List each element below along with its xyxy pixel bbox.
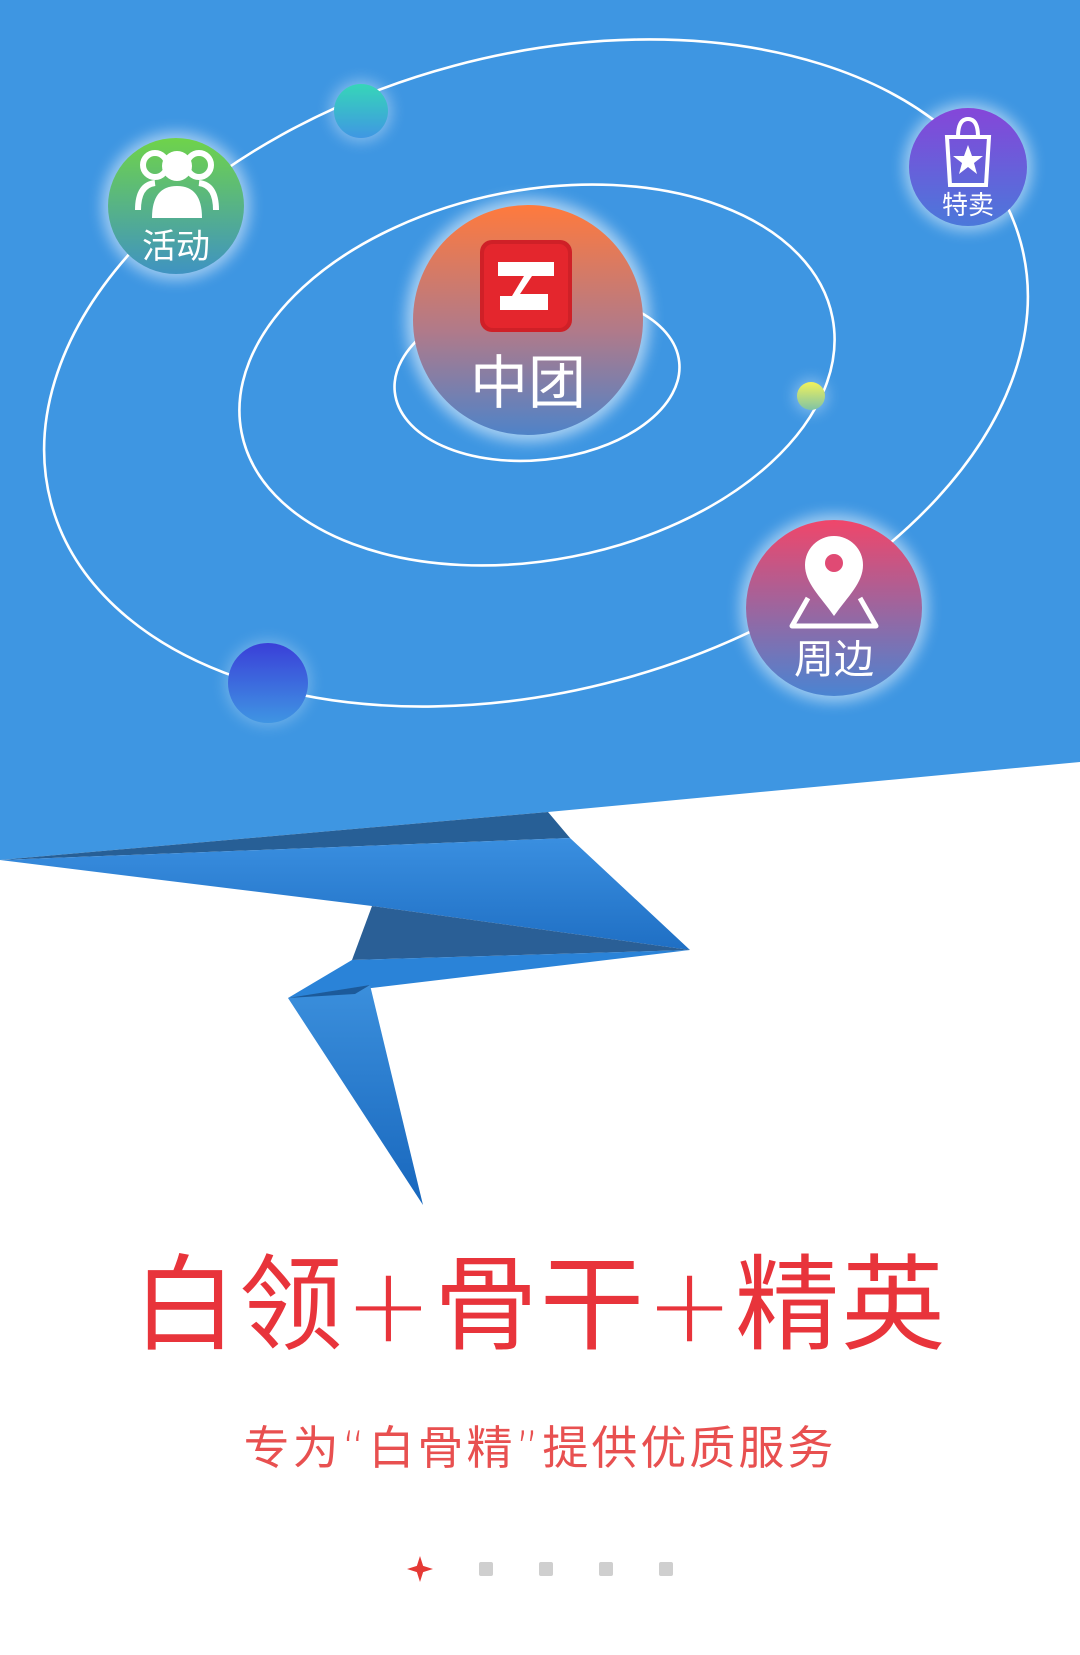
decor-planet-indigo xyxy=(225,640,311,726)
page-indicator xyxy=(0,1556,1080,1582)
paper-ribbon xyxy=(0,812,690,1205)
decor-planet-yellow xyxy=(794,379,828,413)
brand-node[interactable]: 中团 xyxy=(406,198,650,442)
orbit-node-label: 特卖 xyxy=(942,191,994,221)
orbit-node-nearby[interactable]: 周边 xyxy=(740,514,928,702)
page-dot[interactable] xyxy=(599,1562,613,1576)
orbit-node-special-sale[interactable]: 特卖 xyxy=(904,103,1032,231)
orbit-node-activity[interactable]: 活动 xyxy=(102,132,250,280)
page-dot[interactable] xyxy=(659,1562,673,1576)
subheadline: 专为“白骨精”提供优质服务 xyxy=(243,1421,837,1475)
intro-illustration: 中团 活动 特卖 周边 xyxy=(0,0,1080,1205)
brand-name: 中团 xyxy=(470,349,586,417)
page-dot[interactable] xyxy=(479,1562,493,1576)
page-dot-active[interactable] xyxy=(407,1556,433,1582)
zhongtuan-logo-icon xyxy=(480,240,572,332)
headline: 白领+骨干+精英 xyxy=(132,1244,948,1366)
orbit-node-label: 活动 xyxy=(142,227,210,267)
page-dot[interactable] xyxy=(539,1562,553,1576)
decor-planet-teal xyxy=(330,80,392,142)
orbit-node-label: 周边 xyxy=(794,637,874,683)
